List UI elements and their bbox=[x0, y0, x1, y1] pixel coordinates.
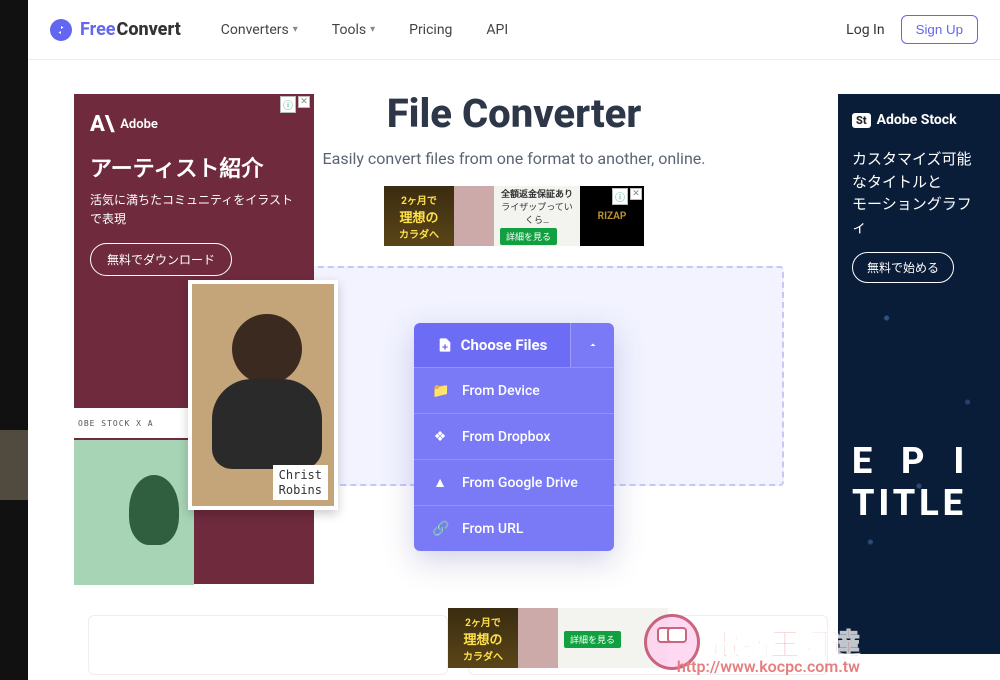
ad-banner-text: 全額返金保証あり ライザップっていくら… 詳細を見る bbox=[494, 186, 580, 246]
nav-tools[interactable]: Tools▾ bbox=[332, 22, 375, 38]
from-dropbox-item[interactable]: ❖ From Dropbox bbox=[414, 413, 614, 459]
link-icon: 🔗 bbox=[432, 521, 448, 537]
brand-free: Free bbox=[80, 19, 116, 40]
nav-converters[interactable]: Converters▾ bbox=[221, 22, 298, 38]
nav-pricing[interactable]: Pricing bbox=[409, 22, 452, 38]
ad-right-brand: St Adobe Stock bbox=[852, 112, 986, 128]
from-url-item[interactable]: 🔗 From URL bbox=[414, 505, 614, 551]
browser-chrome-strip bbox=[0, 0, 28, 680]
ad-close-icon[interactable]: ✕ bbox=[630, 188, 642, 200]
ad-sidebar-right[interactable]: St Adobe Stock カスタマイズ可能なタイトルと モーショングラフィ … bbox=[838, 94, 1000, 654]
adobe-icon: A\ bbox=[90, 112, 114, 137]
chevron-up-icon bbox=[587, 339, 599, 351]
choose-files-toggle[interactable] bbox=[570, 323, 614, 367]
ad-close-icon[interactable]: ✕ bbox=[298, 96, 310, 108]
chevron-down-icon: ▾ bbox=[370, 24, 375, 35]
ad-left-photo: ChristRobins bbox=[188, 280, 338, 510]
ad-left-sub: 活気に満ちたコミュニティをイラストで表現 bbox=[90, 191, 298, 229]
chevron-down-icon: ▾ bbox=[293, 24, 298, 35]
ad-right-cta[interactable]: 無料で始める bbox=[852, 252, 954, 283]
from-google-drive-item[interactable]: ▲ From Google Drive bbox=[414, 459, 614, 505]
ad-banner-bottom[interactable]: 2ヶ月で理想のカラダへ 詳細を見る bbox=[448, 608, 668, 668]
content-card bbox=[88, 615, 448, 675]
ad-info-icon[interactable]: ⓘ bbox=[280, 96, 296, 113]
ad-right-big-text: E P I TITLE bbox=[852, 441, 974, 524]
adobe-stock-icon: St bbox=[852, 113, 871, 128]
ad-left-illustration bbox=[74, 440, 194, 585]
nav-api[interactable]: API bbox=[486, 22, 508, 38]
auth-controls: Log In Sign Up bbox=[846, 15, 978, 44]
signup-button[interactable]: Sign Up bbox=[901, 15, 978, 44]
choose-files-list: 📁 From Device ❖ From Dropbox ▲ From Goog… bbox=[414, 367, 614, 551]
ad-banner-photo bbox=[454, 186, 494, 246]
google-drive-icon: ▲ bbox=[432, 474, 448, 491]
ad-left-cta[interactable]: 無料でダウンロード bbox=[90, 243, 232, 276]
ad-banner-left: 2ヶ月で理想のカラダへ bbox=[384, 186, 454, 246]
ad-left-brand: A\ Adobe bbox=[90, 112, 298, 137]
dropbox-icon: ❖ bbox=[432, 429, 448, 445]
ad-info-icon[interactable]: ⓘ bbox=[612, 188, 628, 205]
ad-banner-cta[interactable]: 詳細を見る bbox=[500, 228, 557, 245]
main-nav: Converters▾ Tools▾ Pricing API bbox=[221, 22, 508, 38]
brand-logo[interactable]: FreeConvert bbox=[50, 19, 181, 41]
folder-icon: 📁 bbox=[432, 383, 448, 399]
ad-banner-top[interactable]: 2ヶ月で理想のカラダへ 全額返金保証あり ライザップっていくら… 詳細を見る R… bbox=[384, 186, 644, 246]
ad-left-photo-tag: ChristRobins bbox=[273, 465, 328, 500]
site-header: FreeConvert Converters▾ Tools▾ Pricing A… bbox=[28, 0, 1000, 60]
choose-files-menu: Choose Files 📁 From Device ❖ From Dropbo… bbox=[414, 323, 614, 551]
brand-logo-icon bbox=[50, 19, 72, 41]
file-add-icon bbox=[437, 337, 453, 353]
choose-files-button[interactable]: Choose Files bbox=[414, 323, 570, 367]
brand-convert: Convert bbox=[117, 19, 181, 40]
login-link[interactable]: Log In bbox=[846, 22, 884, 38]
ad-right-text: カスタマイズ可能なタイトルと モーショングラフィ bbox=[852, 148, 986, 238]
ad-left-title: アーティスト紹介 bbox=[90, 151, 298, 183]
ad-left-strip: OBE STOCK X A bbox=[74, 408, 194, 438]
from-device-item[interactable]: 📁 From Device bbox=[414, 367, 614, 413]
